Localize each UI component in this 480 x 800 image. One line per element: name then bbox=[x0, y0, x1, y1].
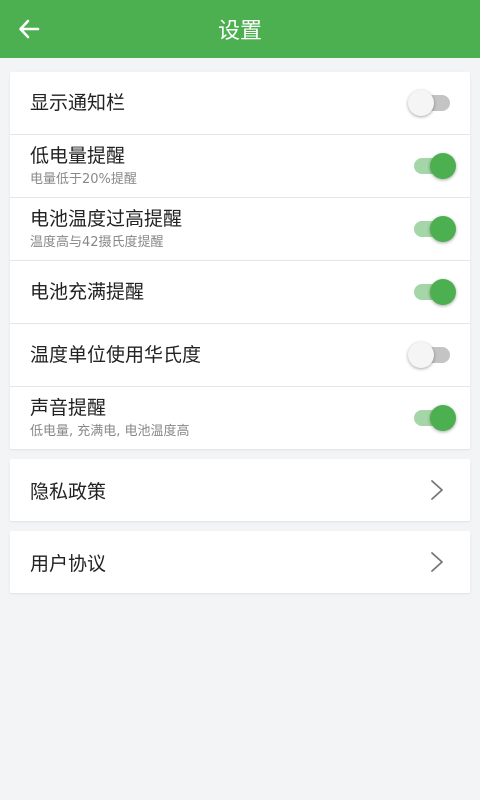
fahrenheit-toggle[interactable] bbox=[408, 342, 452, 368]
toggle-thumb bbox=[408, 342, 434, 368]
link-label: 隐私政策 bbox=[30, 480, 107, 503]
back-button[interactable] bbox=[16, 16, 42, 42]
setting-row-high-temperature: 电池温度过高提醒 温度高与42摄氏度提醒 bbox=[10, 198, 470, 261]
toggle-thumb bbox=[430, 153, 456, 179]
setting-label: 电池温度过高提醒 bbox=[30, 208, 183, 230]
privacy-card: 隐私政策 bbox=[10, 459, 470, 521]
low-battery-toggle[interactable] bbox=[412, 153, 456, 179]
setting-label: 电池充满提醒 bbox=[30, 281, 145, 303]
app-bar: 设置 bbox=[0, 0, 480, 58]
toggle-thumb bbox=[408, 90, 434, 116]
privacy-policy-link[interactable]: 隐私政策 bbox=[10, 459, 470, 521]
setting-row-fully-charged: 电池充满提醒 bbox=[10, 261, 470, 324]
setting-description: 低电量, 充满电, 电池温度高 bbox=[30, 424, 190, 439]
toggle-thumb bbox=[430, 216, 456, 242]
toggle-thumb bbox=[430, 279, 456, 305]
setting-description: 温度高与42摄氏度提醒 bbox=[30, 235, 164, 250]
sound-alert-toggle[interactable] bbox=[412, 405, 456, 431]
arrow-left-icon bbox=[19, 19, 40, 39]
agreement-card: 用户协议 bbox=[10, 531, 470, 593]
setting-row-fahrenheit: 温度单位使用华氏度 bbox=[10, 324, 470, 387]
chevron-right-icon bbox=[431, 552, 443, 572]
notification-bar-toggle[interactable] bbox=[408, 90, 452, 116]
setting-label: 温度单位使用华氏度 bbox=[30, 344, 202, 366]
setting-description: 电量低于20%提醒 bbox=[30, 172, 137, 187]
toggle-thumb bbox=[430, 405, 456, 431]
chevron-right-icon bbox=[431, 480, 443, 500]
settings-card: 显示通知栏 低电量提醒 电量低于20%提醒 电池温度过高提醒 温度高与42摄氏度… bbox=[10, 72, 470, 449]
setting-label: 声音提醒 bbox=[30, 397, 107, 419]
setting-row-notification-bar: 显示通知栏 bbox=[10, 72, 470, 135]
page-title: 设置 bbox=[217, 19, 262, 44]
user-agreement-link[interactable]: 用户协议 bbox=[10, 531, 470, 593]
setting-label: 低电量提醒 bbox=[30, 145, 126, 167]
link-label: 用户协议 bbox=[30, 552, 107, 575]
setting-row-low-battery: 低电量提醒 电量低于20%提醒 bbox=[10, 135, 470, 198]
setting-label: 显示通知栏 bbox=[30, 92, 126, 114]
high-temperature-toggle[interactable] bbox=[412, 216, 456, 242]
setting-row-sound-alert: 声音提醒 低电量, 充满电, 电池温度高 bbox=[10, 387, 470, 449]
fully-charged-toggle[interactable] bbox=[412, 279, 456, 305]
